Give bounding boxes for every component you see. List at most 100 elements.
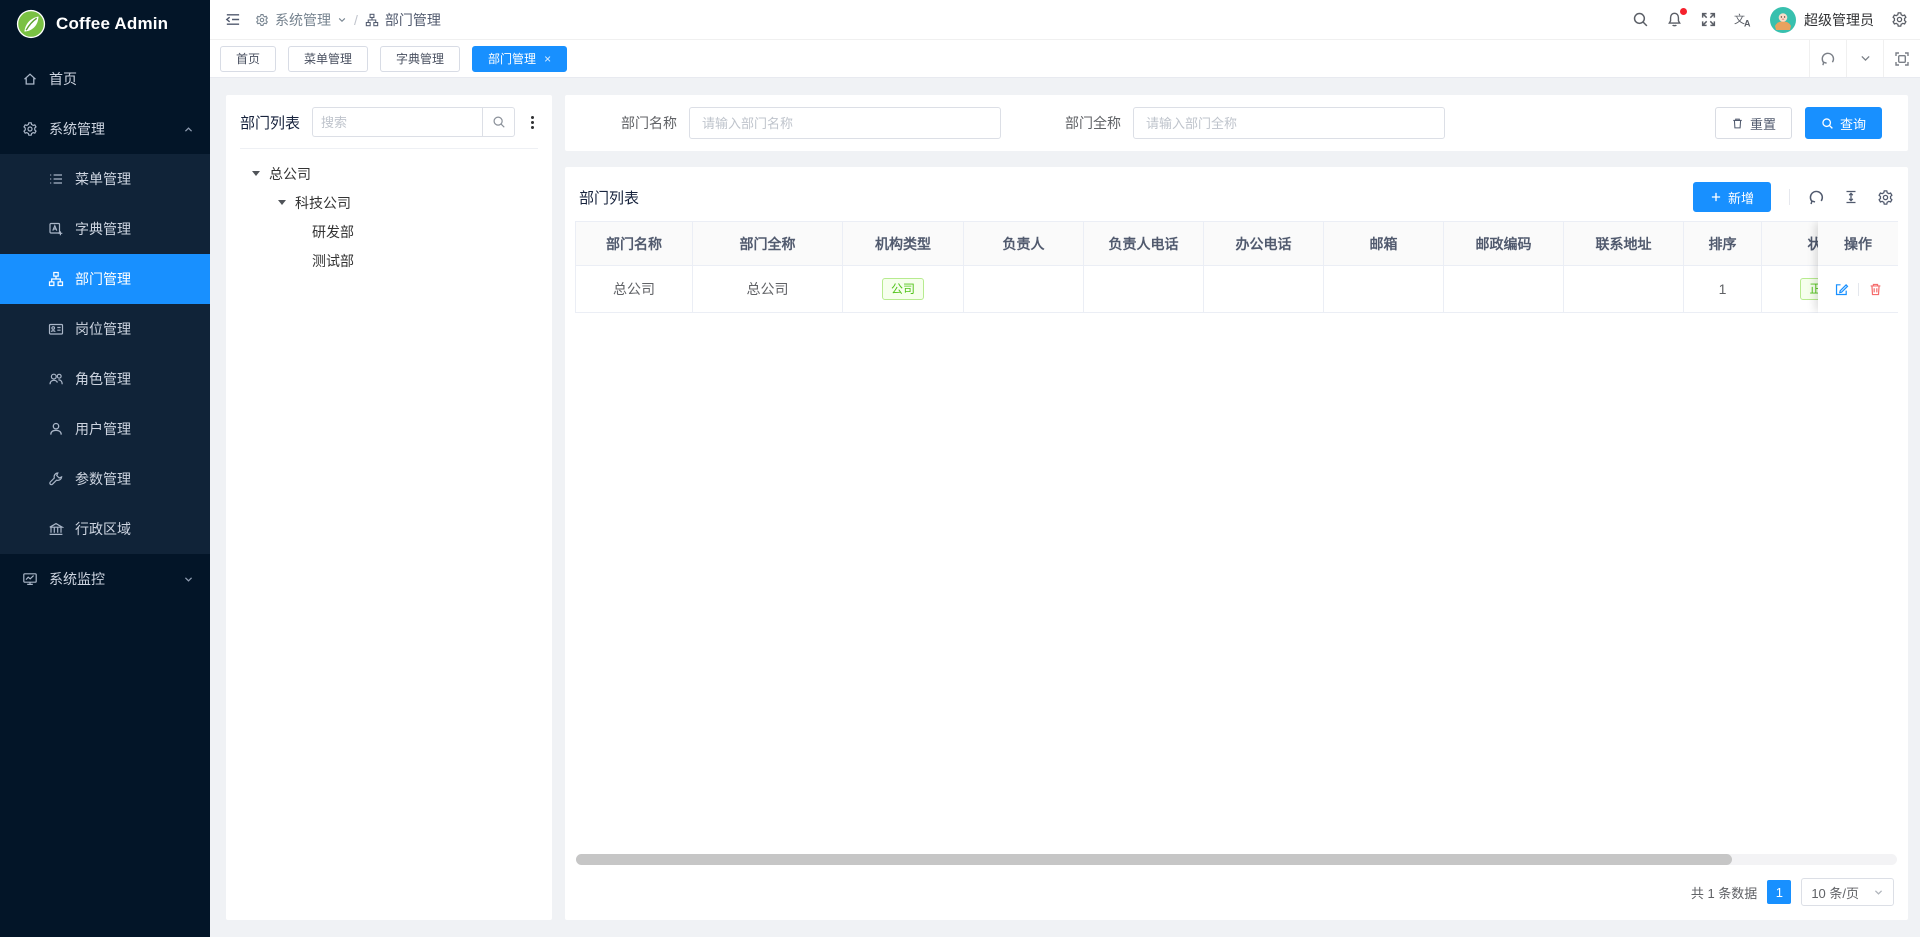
filter-actions: 重置 查询: [1715, 107, 1882, 139]
sidebar-item-label: 系统管理: [49, 119, 105, 139]
search-icon[interactable]: [1632, 11, 1649, 28]
refresh-table-icon[interactable]: [1808, 189, 1825, 206]
sidebar-item-system-monitor[interactable]: 系统监控: [0, 554, 210, 604]
sidebar-item-system-management[interactable]: 系统管理: [0, 104, 210, 154]
sidebar-item-dict-management[interactable]: 字典管理: [0, 204, 210, 254]
sidebar-item-menu-management[interactable]: 菜单管理: [0, 154, 210, 204]
table-toolbar: 新增: [1693, 182, 1894, 212]
tab-label: 首页: [236, 50, 260, 67]
sidebar-collapse-icon[interactable]: [224, 11, 241, 28]
chevron-down-icon: [1873, 887, 1884, 898]
edit-icon[interactable]: [1834, 282, 1849, 297]
col-org-type: 机构类型: [843, 221, 964, 266]
sidebar-item-department-management[interactable]: 部门管理: [0, 254, 210, 304]
breadcrumb-separator: /: [354, 12, 358, 28]
sidebar-item-label: 行政区域: [75, 519, 131, 539]
tab-dict-management[interactable]: 字典管理: [380, 46, 460, 72]
breadcrumb-label: 部门管理: [385, 10, 441, 30]
sidebar-item-label: 首页: [49, 69, 77, 89]
svg-text:A: A: [1744, 19, 1751, 29]
settings-gear-icon[interactable]: [1891, 11, 1908, 28]
cell-leader: [964, 266, 1084, 313]
tab-controls: [1809, 40, 1920, 77]
gear-icon: [22, 121, 38, 137]
tree-node-label: 研发部: [312, 222, 354, 242]
add-button[interactable]: 新增: [1693, 182, 1771, 212]
breadcrumb-item-system[interactable]: 系统管理: [255, 10, 347, 30]
refresh-tab-icon[interactable]: [1809, 40, 1846, 77]
tab-options-chevron-icon[interactable]: [1846, 40, 1883, 77]
tree-search-button[interactable]: [482, 107, 515, 137]
row-height-icon[interactable]: [1843, 189, 1859, 205]
horizontal-scrollbar[interactable]: [576, 854, 1897, 865]
search-icon: [1821, 117, 1834, 130]
reset-button[interactable]: 重置: [1715, 107, 1792, 139]
content-maximize-icon[interactable]: [1883, 40, 1920, 77]
sidebar-item-admin-region[interactable]: 行政区域: [0, 504, 210, 554]
page-tabs-bar: 首页 菜单管理 字典管理 部门管理 ×: [210, 40, 1920, 78]
page-size-select[interactable]: 10 条/页: [1801, 878, 1894, 906]
delete-icon[interactable]: [1868, 282, 1883, 297]
tab-menu-management[interactable]: 菜单管理: [288, 46, 368, 72]
operation-divider: [1858, 283, 1859, 296]
dept-fullname-input[interactable]: [1133, 107, 1445, 139]
tab-label: 字典管理: [396, 50, 444, 67]
sidebar-item-home[interactable]: 首页: [0, 54, 210, 104]
col-operation: 操作: [1818, 221, 1898, 266]
org-chart-icon: [365, 13, 379, 27]
column-settings-gear-icon[interactable]: [1877, 189, 1894, 206]
dept-fullname-label: 部门全称: [1065, 113, 1121, 133]
sidebar-item-label: 角色管理: [75, 369, 131, 389]
sidebar-item-post-management[interactable]: 岗位管理: [0, 304, 210, 354]
toolbar-divider: [1789, 189, 1790, 205]
tree-panel-header: 部门列表: [240, 107, 538, 149]
cell-leader-phone: [1084, 266, 1204, 313]
user-menu[interactable]: 超级管理员: [1770, 7, 1874, 33]
col-postcode: 邮政编码: [1444, 221, 1564, 266]
caret-down-icon[interactable]: [252, 171, 260, 176]
main-panel: 部门名称 部门全称 重置 查询: [565, 95, 1908, 920]
sidebar-item-label: 字典管理: [75, 219, 131, 239]
horizontal-scrollbar-thumb[interactable]: [576, 854, 1732, 865]
tree-search-input[interactable]: [312, 107, 482, 137]
tree-panel-title: 部门列表: [240, 112, 300, 133]
table-header-bar: 部门列表 新增: [575, 179, 1898, 213]
caret-down-icon[interactable]: [278, 200, 286, 205]
breadcrumb: 系统管理 / 部门管理: [255, 10, 441, 30]
sidebar-item-param-management[interactable]: 参数管理: [0, 454, 210, 504]
tab-department-management[interactable]: 部门管理 ×: [472, 46, 567, 72]
cell-org-type: 公司: [843, 266, 964, 313]
sidebar-item-user-management[interactable]: 用户管理: [0, 404, 210, 454]
tree-node-rnd-dept[interactable]: 研发部: [240, 217, 538, 246]
col-address: 联系地址: [1564, 221, 1684, 266]
roles-icon: [48, 371, 64, 387]
search-button[interactable]: 查询: [1805, 107, 1882, 139]
app-title: Coffee Admin: [56, 14, 168, 34]
sidebar-item-label: 参数管理: [75, 469, 131, 489]
translate-icon[interactable]: 文 A: [1734, 11, 1753, 28]
tab-home[interactable]: 首页: [220, 46, 276, 72]
table-row[interactable]: 总公司 总公司 公司 1: [575, 266, 1882, 313]
app-logo[interactable]: Coffee Admin: [0, 0, 210, 48]
sidebar-item-label: 系统监控: [49, 569, 105, 589]
leaf-logo-icon: [16, 9, 46, 39]
tree-search-group: [312, 107, 515, 137]
sidebar-item-role-management[interactable]: 角色管理: [0, 354, 210, 404]
trash-icon: [1731, 117, 1744, 130]
tree-more-menu-icon[interactable]: [527, 113, 538, 132]
tree-node-tech-company[interactable]: 科技公司: [240, 188, 538, 217]
dept-name-input[interactable]: [689, 107, 1001, 139]
tree-node-head-office[interactable]: 总公司: [240, 159, 538, 188]
id-card-icon: [48, 321, 64, 337]
notification-bell-icon[interactable]: [1666, 11, 1683, 28]
cell-postcode: [1444, 266, 1564, 313]
table-title: 部门列表: [579, 187, 639, 208]
fullscreen-icon[interactable]: [1700, 11, 1717, 28]
page-number-button[interactable]: 1: [1767, 880, 1791, 904]
cell-dept-fullname: 总公司: [693, 266, 843, 313]
col-leader: 负责人: [964, 221, 1084, 266]
tree-node-test-dept[interactable]: 测试部: [240, 246, 538, 275]
fixed-operation-column: 操作: [1818, 221, 1898, 313]
tab-close-icon[interactable]: ×: [544, 52, 551, 66]
table-header-row: 部门名称 部门全称 机构类型 负责人 负责人电话 办公电话 邮箱 邮政编码 联系…: [575, 221, 1882, 266]
